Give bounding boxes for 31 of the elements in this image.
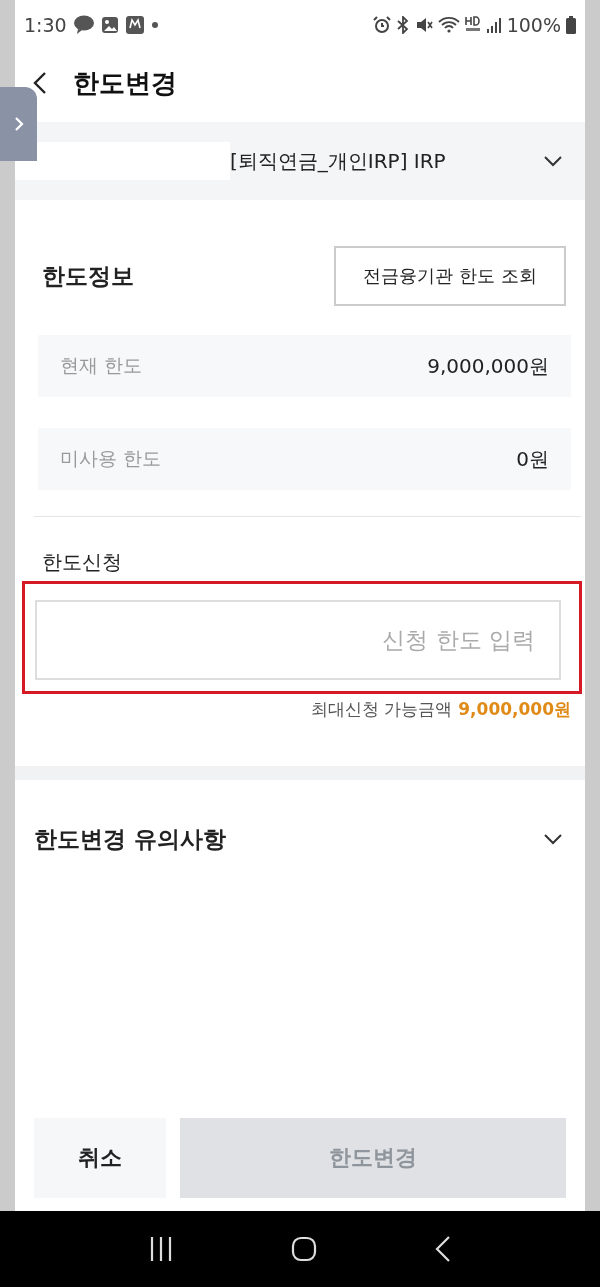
home-icon[interactable] [291, 1236, 317, 1262]
battery-icon [566, 16, 576, 34]
mute-icon [414, 16, 433, 34]
hd-voice-icon [464, 16, 481, 34]
info-value: 0원 [516, 445, 549, 473]
field-label: 한도신청 [42, 549, 123, 576]
signal-icon [485, 16, 502, 34]
battery-percentage: 100% [506, 14, 561, 36]
info-value: 9,000,000원 [427, 352, 549, 380]
max-amount-label: 최대신청 가능금액 [310, 698, 453, 721]
account-selector[interactable]: [퇴직연금_개인IRP] IRP [15, 122, 585, 200]
app-notification-icon [124, 15, 145, 35]
notice-accordion[interactable]: 한도변경 유의사항 [15, 780, 585, 898]
status-time: 1:30 [24, 14, 67, 36]
lookup-button[interactable]: 전금융기관 한도 조회 [334, 246, 566, 306]
bluetooth-icon [395, 16, 410, 34]
chat-icon [72, 15, 95, 35]
recent-apps-icon[interactable] [149, 1236, 173, 1262]
chevron-right-icon [13, 116, 24, 132]
amount-input-field[interactable]: 신청 한도 입력 [35, 600, 561, 680]
back-icon[interactable] [33, 71, 47, 95]
info-label: 현재 한도 [60, 353, 143, 378]
image-icon [100, 16, 119, 34]
max-amount-value: 9,000,000원 [458, 698, 571, 721]
dot-icon [150, 21, 159, 29]
cancel-button[interactable]: 취소 [34, 1118, 166, 1198]
wifi-icon [437, 16, 460, 34]
section-title: 한도정보 [42, 261, 134, 291]
alarm-icon [372, 16, 391, 34]
info-label: 미사용 한도 [60, 446, 162, 471]
page-title: 한도변경 [73, 66, 177, 100]
